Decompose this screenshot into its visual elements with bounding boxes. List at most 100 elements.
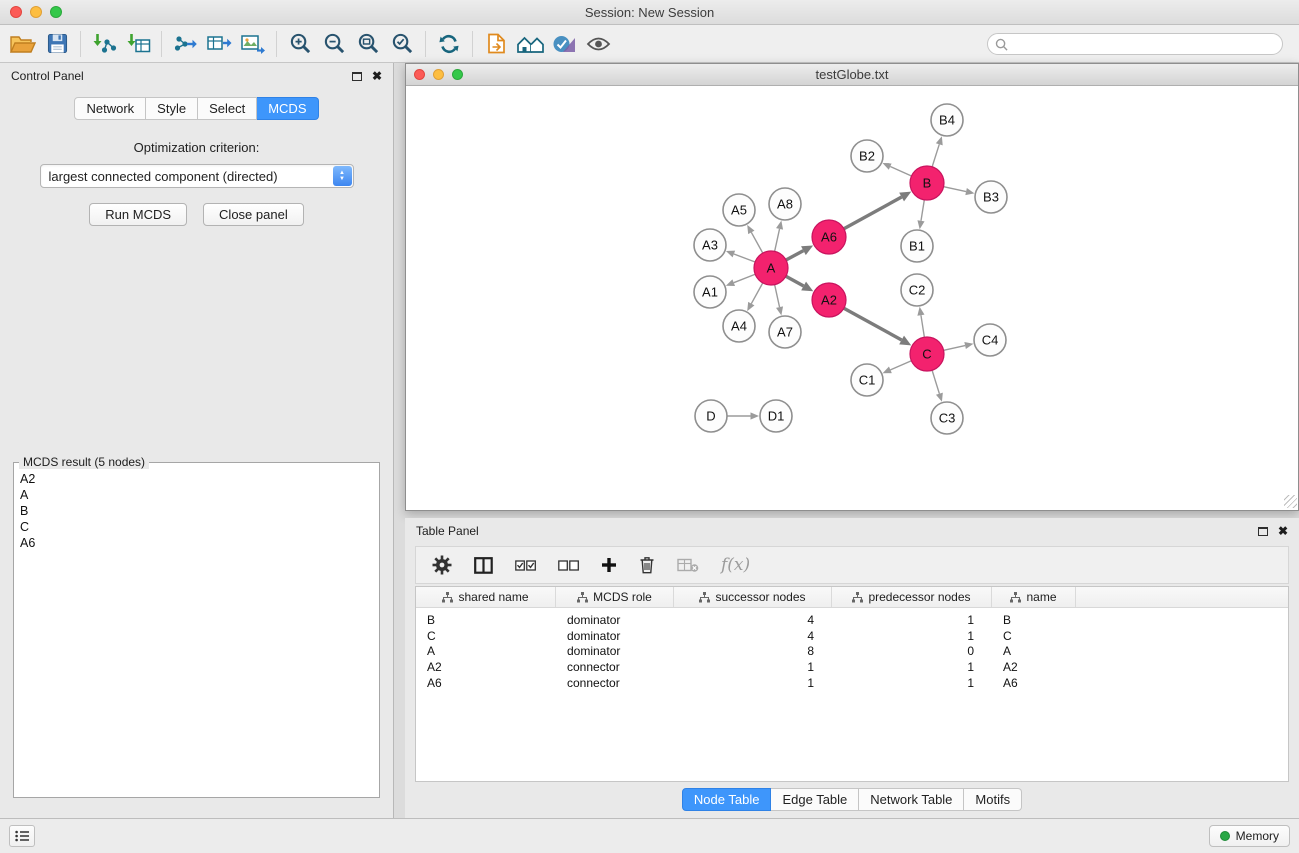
graph-node-C2[interactable]: C2 [901,274,933,306]
float-panel-icon[interactable] [352,72,362,81]
delete-table-button[interactable] [677,558,699,573]
show-all-panels-button[interactable] [513,29,547,59]
mcds-result-item[interactable]: A2 [14,471,379,487]
graph-node-C4[interactable]: C4 [974,324,1006,356]
network-canvas[interactable]: B4B2BB3A5A8A6A3B1AA1C2A2A4A7C4CC1C3DD1 [406,86,1298,509]
graph-node-A5[interactable]: A5 [723,194,755,226]
graph-edge-B-B1[interactable] [917,200,924,229]
apply-visual-style-button[interactable] [547,29,581,59]
table-row[interactable]: Adominator80A [416,643,1288,659]
zoom-out-button[interactable] [317,29,351,59]
graph-edge-B-B3[interactable] [944,187,975,195]
table-tab-network-table[interactable]: Network Table [859,788,964,811]
table-settings-button[interactable] [432,555,452,575]
run-mcds-button[interactable]: Run MCDS [89,203,187,226]
mcds-result-item[interactable]: B [14,503,379,519]
resize-grip-icon[interactable] [1284,495,1297,508]
close-panel-icon[interactable]: ✖ [372,70,382,82]
float-table-panel-icon[interactable] [1258,527,1268,536]
export-network-button[interactable] [168,29,202,59]
export-image-button[interactable] [236,29,270,59]
graph-edge-A-A5[interactable] [747,225,763,253]
graph-edge-A-A2[interactable] [786,276,813,291]
graph-node-B4[interactable]: B4 [931,104,963,136]
control-tab-select[interactable]: Select [198,97,257,120]
graph-node-C3[interactable]: C3 [931,402,963,434]
graph-node-A2[interactable]: A2 [812,283,846,317]
graph-edge-B-B2[interactable] [883,163,912,176]
table-row[interactable]: Cdominator41C [416,628,1288,644]
export-table-button[interactable] [202,29,236,59]
add-column-button[interactable] [601,557,617,573]
control-tab-mcds[interactable]: MCDS [257,97,318,120]
graph-edge-C-C4[interactable] [944,342,974,350]
delete-column-button[interactable] [639,556,655,574]
table-row[interactable]: A6connector11A6 [416,675,1288,691]
import-table-button[interactable] [121,29,155,59]
column-header-name[interactable]: name [992,587,1076,607]
close-table-panel-icon[interactable]: ✖ [1278,525,1288,537]
graph-node-B2[interactable]: B2 [851,140,883,172]
graph-edge-C-C3[interactable] [932,370,943,402]
graph-node-D[interactable]: D [695,400,727,432]
graph-node-C1[interactable]: C1 [851,364,883,396]
control-tab-style[interactable]: Style [146,97,198,120]
graph-edge-A-A7[interactable] [775,285,783,316]
graph-node-B1[interactable]: B1 [901,230,933,262]
show-columns-button[interactable] [474,557,493,574]
graph-node-A3[interactable]: A3 [694,229,726,261]
deselect-all-rows-button[interactable] [558,559,579,572]
graph-node-A7[interactable]: A7 [769,316,801,348]
mcds-result-item[interactable]: A [14,487,379,503]
column-header-shared-name[interactable]: shared name [416,587,556,607]
graph-node-B3[interactable]: B3 [975,181,1007,213]
graph-edge-A-A6[interactable] [786,245,813,260]
graph-edge-D-D1[interactable] [727,412,759,419]
minimize-network-window-button[interactable] [433,69,444,80]
graph-node-C[interactable]: C [910,337,944,371]
task-history-button[interactable] [9,825,35,847]
close-window-button[interactable] [10,6,22,18]
graph-node-A6[interactable]: A6 [812,220,846,254]
minimize-window-button[interactable] [30,6,42,18]
table-row[interactable]: Bdominator41B [416,612,1288,628]
save-session-button[interactable] [40,29,74,59]
fullscreen-window-button[interactable] [50,6,62,18]
graph-edge-A-A3[interactable] [726,251,755,262]
refresh-network-button[interactable] [432,29,466,59]
graph-edge-B-B4[interactable] [932,136,943,167]
search-input[interactable] [987,33,1283,55]
open-session-button[interactable] [6,29,40,59]
optimization-dropdown[interactable]: largest connected component (directed) ▲… [40,164,354,188]
close-network-window-button[interactable] [414,69,425,80]
control-tab-network[interactable]: Network [74,97,146,120]
graph-edge-A-A4[interactable] [747,283,763,311]
import-network-button[interactable] [87,29,121,59]
mcds-result-item[interactable]: A6 [14,535,379,551]
graph-node-A8[interactable]: A8 [769,188,801,220]
column-header-MCDS-role[interactable]: MCDS role [556,587,674,607]
zoom-fit-button[interactable] [351,29,385,59]
graph-edge-A-A1[interactable] [726,274,755,286]
mcds-result-item[interactable]: C [14,519,379,535]
column-header-predecessor-nodes[interactable]: predecessor nodes [832,587,992,607]
zoom-network-window-button[interactable] [452,69,463,80]
memory-button[interactable]: Memory [1209,825,1290,847]
graph-node-B[interactable]: B [910,166,944,200]
table-tab-edge-table[interactable]: Edge Table [771,788,859,811]
graph-node-D1[interactable]: D1 [760,400,792,432]
table-tab-node-table[interactable]: Node Table [682,788,772,811]
column-header-successor-nodes[interactable]: successor nodes [674,587,832,607]
table-tab-motifs[interactable]: Motifs [964,788,1022,811]
select-all-rows-button[interactable] [515,559,536,572]
table-row[interactable]: A2connector11A2 [416,659,1288,675]
graph-edge-C-C1[interactable] [883,361,912,373]
zoom-selected-button[interactable] [385,29,419,59]
open-network-file-button[interactable] [479,29,513,59]
graph-node-A4[interactable]: A4 [723,310,755,342]
close-panel-button[interactable]: Close panel [203,203,304,226]
graph-edge-A2-C[interactable] [844,308,911,345]
graph-edge-A6-B[interactable] [844,192,911,229]
graph-edge-C-C2[interactable] [917,307,924,337]
function-builder-button[interactable]: f(x) [721,555,750,575]
